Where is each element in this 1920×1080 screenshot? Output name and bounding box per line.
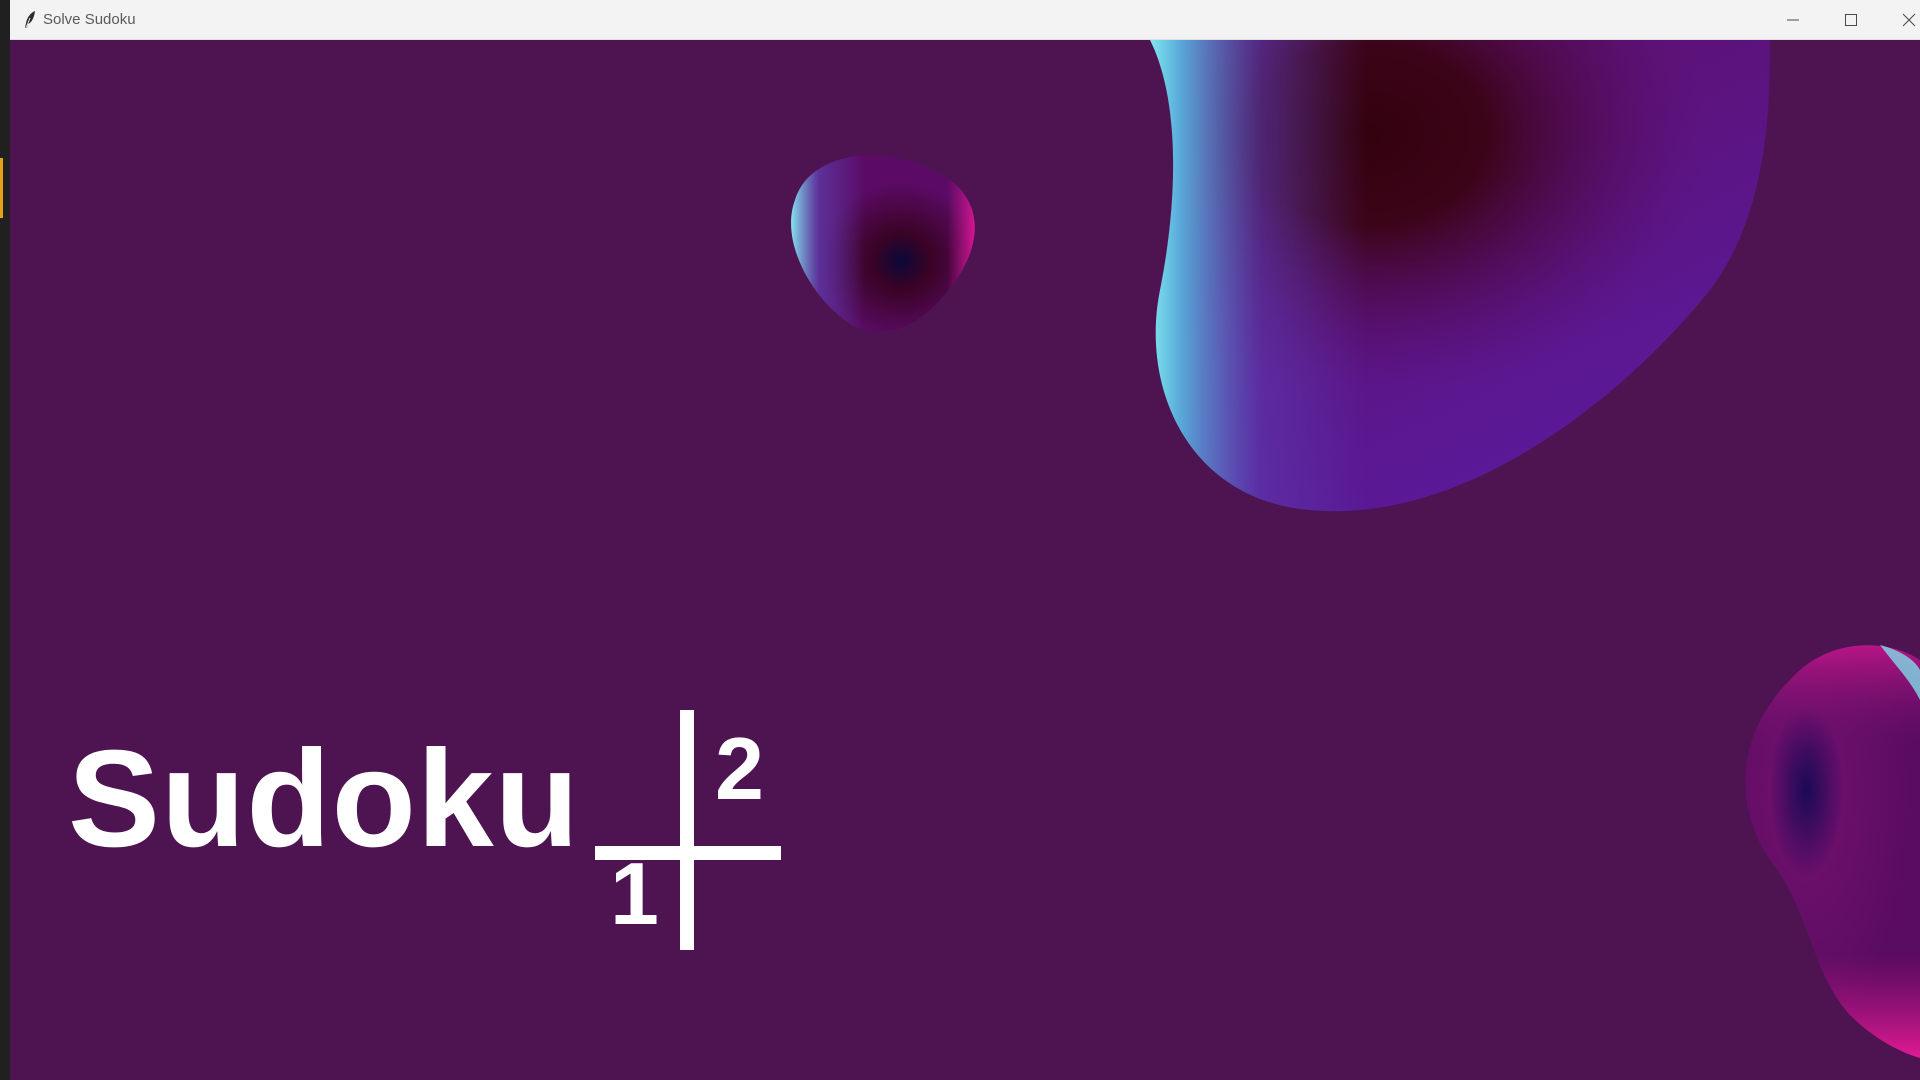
minimize-button[interactable] [1764,0,1822,40]
minimize-icon [1787,19,1799,21]
sudoku-logo-mark: 2 1 [585,710,785,950]
maximize-icon [1845,14,1857,26]
splash-screen: Sudoku 2 1 [10,40,1920,1080]
logo-vertical-bar [680,710,694,950]
decorative-blobs [791,40,1920,1058]
taskbar-accent [0,158,3,218]
desktop-edge [0,0,10,1080]
close-icon [1902,13,1916,27]
logo-digit-bottom: 1 [610,844,659,943]
logo-text: Sudoku [68,722,580,876]
window-title: Solve Sudoku [43,11,136,28]
title-bar[interactable]: Solve Sudoku [10,0,1920,40]
feather-icon [25,11,35,29]
logo-digit-top: 2 [715,719,764,818]
close-button[interactable] [1880,0,1920,40]
app-window: Solve Sudoku Sudoku 2 1 [10,0,1920,1080]
maximize-button[interactable] [1822,0,1880,40]
